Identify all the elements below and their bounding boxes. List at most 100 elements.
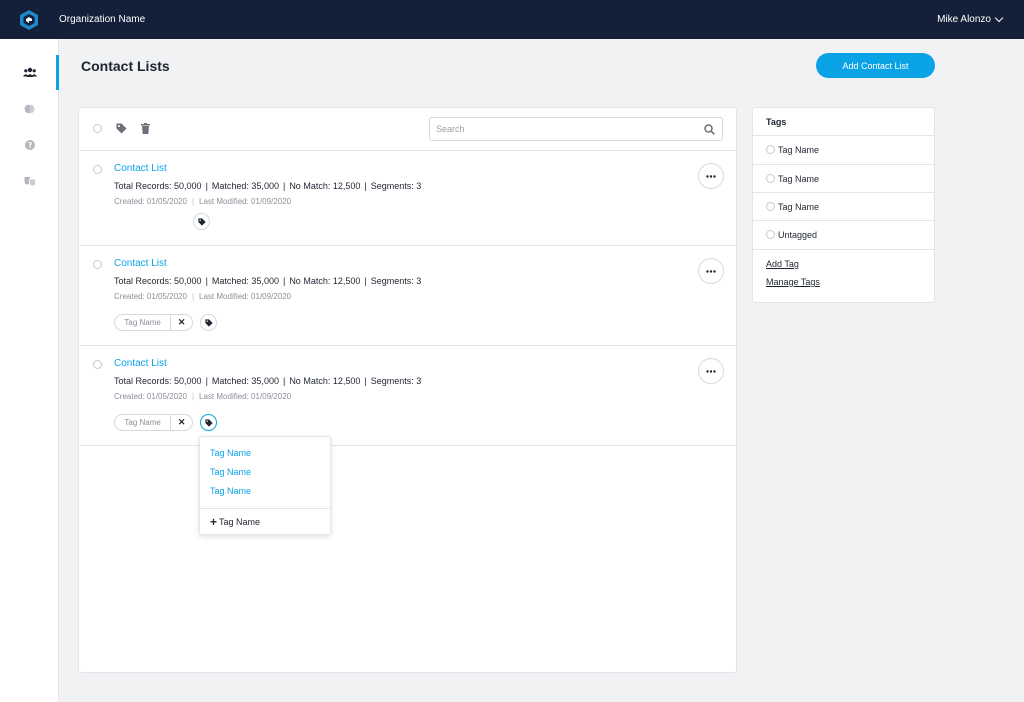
- list-item: Contact List Total Records: 50,000 | Match…: [79, 346, 736, 446]
- tag-dropdown: Tag Name Tag Name Tag Name + Tag Name: [199, 436, 331, 535]
- modified-date: Last Modified: 01/09/2020: [199, 292, 292, 301]
- tag-filter-label: Tag Name: [778, 201, 820, 212]
- help-icon: ?: [24, 140, 35, 150]
- add-tag-button[interactable]: [193, 213, 210, 230]
- plus-icon: +: [210, 514, 218, 529]
- row-select-radio[interactable]: [93, 260, 102, 269]
- tag-filter-label: Tag Name: [778, 144, 820, 155]
- tag-filter-radio[interactable]: [766, 145, 775, 154]
- more-options-button[interactable]: [698, 358, 724, 384]
- more-options-button[interactable]: [698, 258, 724, 284]
- remove-tag-button[interactable]: ✕: [171, 415, 192, 430]
- trash-icon[interactable]: [141, 123, 150, 134]
- tag-icon: [204, 318, 213, 327]
- select-all-radio[interactable]: [93, 124, 102, 133]
- matched-count: Matched: 35,000: [211, 276, 279, 286]
- users-icon: [22, 67, 37, 77]
- chevron-down-icon: [994, 13, 1004, 22]
- segments-count: Segments: 3: [370, 376, 422, 386]
- matched-count: Matched: 35,000: [211, 181, 279, 191]
- list-item: Contact List Total Records: 50,000 | Match…: [79, 151, 736, 246]
- contact-list-stats: Total Records: 50,000 | Matched: 35,000 | No…: [114, 181, 422, 191]
- segments-count: Segments: 3: [370, 181, 422, 191]
- total-records: Total Records: 50,000: [114, 276, 202, 286]
- tags-panel: Tags Tag Name Tag Name Tag Name Untagged…: [752, 107, 935, 303]
- tag-option[interactable]: Tag Name: [210, 486, 251, 496]
- active-page-indicator: [56, 55, 59, 90]
- create-tag-label: Tag Name: [219, 517, 261, 527]
- create-tag-button[interactable]: + Tag Name: [210, 514, 261, 529]
- tag-chip: Tag Name ✕: [114, 314, 193, 331]
- created-date: Created: 01/05/2020: [114, 197, 187, 206]
- tag-chip-label: Tag Name: [115, 315, 172, 330]
- contact-list-dates: Created: 01/05/2020 | Last Modified: 01/09…: [114, 292, 292, 301]
- tag-filter-item[interactable]: Tag Name: [753, 164, 934, 192]
- contact-list-dates: Created: 01/05/2020 | Last Modified: 01/09…: [114, 392, 292, 401]
- sidebar-item-help[interactable]: ?: [0, 127, 59, 163]
- more-options-button[interactable]: [698, 163, 724, 189]
- total-records: Total Records: 50,000: [114, 376, 202, 386]
- modified-date: Last Modified: 01/09/2020: [199, 392, 292, 401]
- tag-icon: [197, 217, 206, 226]
- user-name: Mike Alonzo: [937, 14, 991, 25]
- segments-count: Segments: 3: [370, 276, 422, 286]
- add-tag-link[interactable]: Add Tag: [766, 259, 799, 269]
- contact-list-name[interactable]: Contact List: [114, 258, 167, 269]
- sidebar-item-personas[interactable]: [0, 163, 59, 199]
- add-contact-list-button[interactable]: Add Contact List: [816, 53, 935, 78]
- sidebar-item-insights[interactable]: [0, 91, 59, 127]
- matched-count: Matched: 35,000: [211, 376, 279, 386]
- tag-filter-item[interactable]: Tag Name: [753, 192, 934, 220]
- search-input[interactable]: [430, 118, 700, 140]
- tag-option[interactable]: Tag Name: [210, 448, 251, 458]
- row-select-radio[interactable]: [93, 360, 102, 369]
- dropdown-divider: [200, 508, 330, 509]
- search-icon[interactable]: [704, 124, 715, 135]
- add-tag-button[interactable]: [200, 414, 217, 431]
- tags-divider: [753, 249, 934, 250]
- ellipsis-icon: [706, 369, 716, 373]
- tag-filter-radio[interactable]: [766, 174, 775, 183]
- tag-filter-radio[interactable]: [766, 202, 775, 211]
- sidebar-item-contacts[interactable]: [0, 54, 59, 90]
- contact-list-dates: Created: 01/05/2020 | Last Modified: 01/09…: [114, 197, 292, 206]
- tag-chip-label: Tag Name: [115, 415, 172, 430]
- created-date: Created: 01/05/2020: [114, 392, 187, 401]
- total-records: Total Records: 50,000: [114, 181, 202, 191]
- contact-lists-panel: Contact List Total Records: 50,000|Match…: [78, 107, 737, 673]
- search-box: [429, 117, 723, 141]
- tag-filter-radio[interactable]: [766, 230, 775, 239]
- contact-list-name[interactable]: Contact List: [114, 163, 167, 174]
- remove-tag-button[interactable]: ✕: [171, 315, 192, 330]
- tag-filter-item-untagged[interactable]: Untagged: [753, 220, 934, 248]
- user-menu[interactable]: Mike Alonzo: [937, 13, 1004, 25]
- tag-option[interactable]: Tag Name: [210, 467, 251, 477]
- organization-name: Organization Name: [59, 14, 146, 25]
- tag-filter-label: Untagged: [778, 229, 818, 240]
- no-match-count: No Match: 12,500: [289, 376, 361, 386]
- list-toolbar: [79, 108, 736, 151]
- ellipsis-icon: [706, 269, 716, 273]
- sidebar: ?: [0, 39, 59, 702]
- manage-tags-link[interactable]: Manage Tags: [766, 277, 820, 287]
- top-bar: Organization Name Mike Alonzo: [0, 0, 1024, 39]
- list-item: Contact List Total Records: 50,000 | Match…: [79, 246, 736, 346]
- tag-icon: [204, 418, 213, 427]
- svg-text:?: ?: [27, 141, 31, 150]
- tag-filter-item[interactable]: Tag Name: [753, 135, 934, 163]
- tag-icon[interactable]: [116, 123, 127, 134]
- masks-icon: [24, 177, 36, 186]
- no-match-count: No Match: 12,500: [289, 181, 361, 191]
- tag-chip: Tag Name ✕: [114, 414, 193, 431]
- contact-list-stats: Total Records: 50,000 | Matched: 35,000 | No…: [114, 376, 422, 386]
- brain-icon: [24, 104, 35, 113]
- modified-date: Last Modified: 01/09/2020: [199, 197, 292, 206]
- tag-filter-label: Tag Name: [778, 173, 820, 184]
- add-tag-button[interactable]: [200, 314, 217, 331]
- tags-panel-title: Tags: [766, 117, 787, 127]
- contact-list-name[interactable]: Contact List: [114, 358, 167, 369]
- app-logo[interactable]: [20, 10, 38, 30]
- no-match-count: No Match: 12,500: [289, 276, 361, 286]
- row-select-radio[interactable]: [93, 165, 102, 174]
- page-title: Contact Lists: [81, 58, 170, 74]
